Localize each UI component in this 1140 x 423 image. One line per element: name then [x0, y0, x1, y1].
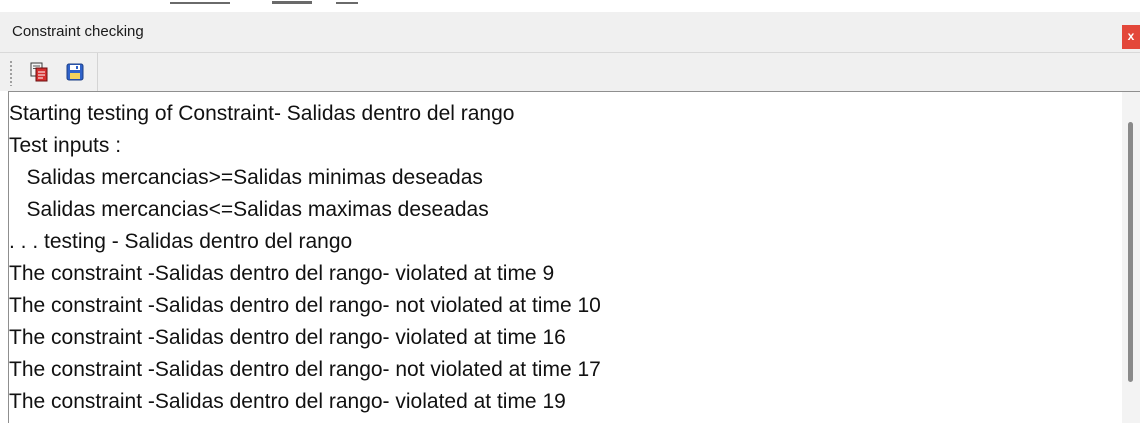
log-line: Test inputs :	[9, 134, 122, 157]
log-line: The constraint -Salidas dentro del rango…	[9, 358, 601, 381]
log-line: Salidas mercancias<=Salidas maximas dese…	[9, 198, 489, 221]
title-bar[interactable]: Constraint checking x	[0, 12, 1140, 53]
scrollbar-thumb[interactable]	[1128, 122, 1133, 382]
log-output: Starting testing of Constraint- Salidas …	[9, 98, 1109, 418]
top-edge-strip	[0, 0, 1140, 12]
output-text-area[interactable]: Starting testing of Constraint- Salidas …	[8, 91, 1140, 423]
toolbar	[0, 53, 1140, 91]
toolbar-grip[interactable]	[10, 60, 12, 86]
background-fragment	[272, 1, 312, 4]
constraint-checking-window: Constraint checking x Starting testing o…	[0, 0, 1140, 423]
window-title: Constraint checking	[12, 23, 144, 40]
copy-icon[interactable]	[29, 62, 49, 82]
vertical-scrollbar[interactable]	[1122, 92, 1140, 423]
close-button[interactable]: x	[1122, 25, 1140, 49]
log-line: The constraint -Salidas dentro del rango…	[9, 294, 601, 317]
log-line: . . . testing - Salidas dentro del rango	[9, 230, 353, 253]
toolbar-button-group	[15, 53, 98, 91]
log-line: The constraint -Salidas dentro del rango…	[9, 326, 566, 349]
log-line: Starting testing of Constraint- Salidas …	[9, 102, 515, 125]
log-line: Salidas mercancias>=Salidas minimas dese…	[9, 166, 483, 189]
save-icon[interactable]	[65, 62, 85, 82]
background-fragment	[170, 2, 230, 4]
log-line: The constraint -Salidas dentro del rango…	[9, 262, 555, 285]
log-line: The constraint -Salidas dentro del rango…	[9, 390, 566, 413]
background-fragment	[336, 2, 358, 4]
